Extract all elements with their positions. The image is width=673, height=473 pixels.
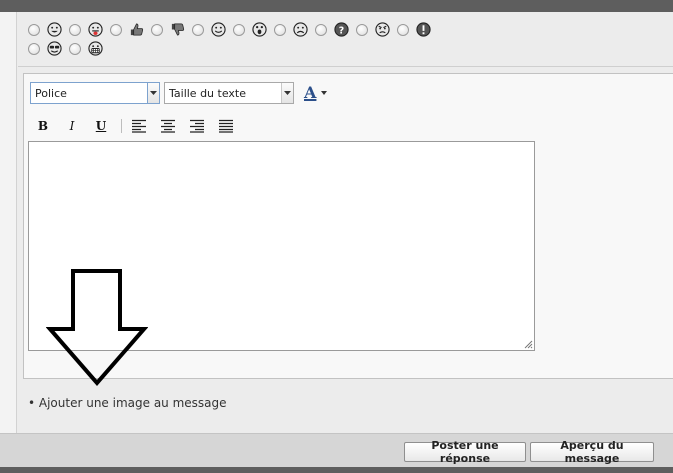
text-color-button[interactable]: A [304, 84, 330, 102]
toolbar-separator [121, 119, 122, 133]
smiley-row-2 [28, 39, 448, 58]
chevron-down-icon [321, 91, 328, 95]
divider [18, 66, 673, 67]
italic-button[interactable]: I [62, 117, 82, 135]
align-left-icon[interactable] [131, 119, 147, 133]
bold-button[interactable]: B [33, 117, 53, 135]
smiley-radio[interactable] [110, 23, 122, 36]
grin-smiley-icon[interactable] [47, 22, 62, 37]
size-select-value: Taille du texte [169, 86, 246, 100]
smiley-radio[interactable] [69, 23, 81, 36]
smiley-radio[interactable] [151, 23, 163, 36]
thumbs-down-icon[interactable] [170, 22, 185, 37]
resize-grip-icon[interactable] [524, 340, 533, 349]
text-color-icon: A [304, 83, 317, 102]
cool-smiley-icon[interactable] [47, 41, 62, 56]
bottom-strip [0, 467, 673, 473]
add-image-link[interactable]: • Ajouter une image au message [28, 396, 227, 410]
svg-text:?: ? [339, 25, 344, 36]
tongue-smiley-icon[interactable] [88, 22, 103, 37]
surprised-smiley-icon[interactable] [252, 22, 267, 37]
post-reply-button[interactable]: Poster une réponse [404, 439, 526, 465]
smiley-radio[interactable] [28, 23, 40, 36]
smiley-radio[interactable] [28, 42, 40, 55]
smiley-radio[interactable] [315, 23, 327, 36]
smiley-radio[interactable] [192, 23, 204, 36]
question-smiley-icon[interactable]: ? [334, 22, 349, 37]
chevron-down-icon[interactable] [281, 83, 293, 103]
underline-button[interactable]: U [91, 117, 111, 135]
font-select-value: Police [35, 86, 67, 100]
font-select[interactable]: Police [30, 82, 160, 104]
smiley-radio[interactable] [356, 23, 368, 36]
angry-smiley-icon[interactable] [375, 22, 390, 37]
left-rail [0, 12, 17, 433]
down-arrow-annotation-icon [46, 269, 148, 387]
preview-button[interactable]: Aperçu du message [530, 439, 654, 465]
smiley-radio[interactable] [69, 42, 81, 55]
align-center-icon[interactable] [160, 119, 176, 133]
smiley-radio[interactable] [274, 23, 286, 36]
sad-smiley-icon[interactable] [293, 22, 308, 37]
smiley-row-1: ? [28, 20, 448, 39]
top-bar [0, 0, 673, 12]
align-right-icon[interactable] [189, 119, 205, 133]
size-select[interactable]: Taille du texte [164, 82, 294, 104]
thumbs-up-icon[interactable] [129, 22, 144, 37]
align-justify-icon[interactable] [218, 119, 234, 133]
teeth-smiley-icon[interactable] [88, 41, 103, 56]
chevron-down-icon[interactable] [147, 83, 159, 103]
exclamation-smiley-icon[interactable] [416, 22, 431, 37]
smiley-panel: ? [28, 20, 448, 58]
smiley-radio[interactable] [233, 23, 245, 36]
smiley-radio[interactable] [397, 23, 409, 36]
action-bar: Poster une réponse Aperçu du message [0, 433, 673, 467]
smile-smiley-icon[interactable] [211, 22, 226, 37]
